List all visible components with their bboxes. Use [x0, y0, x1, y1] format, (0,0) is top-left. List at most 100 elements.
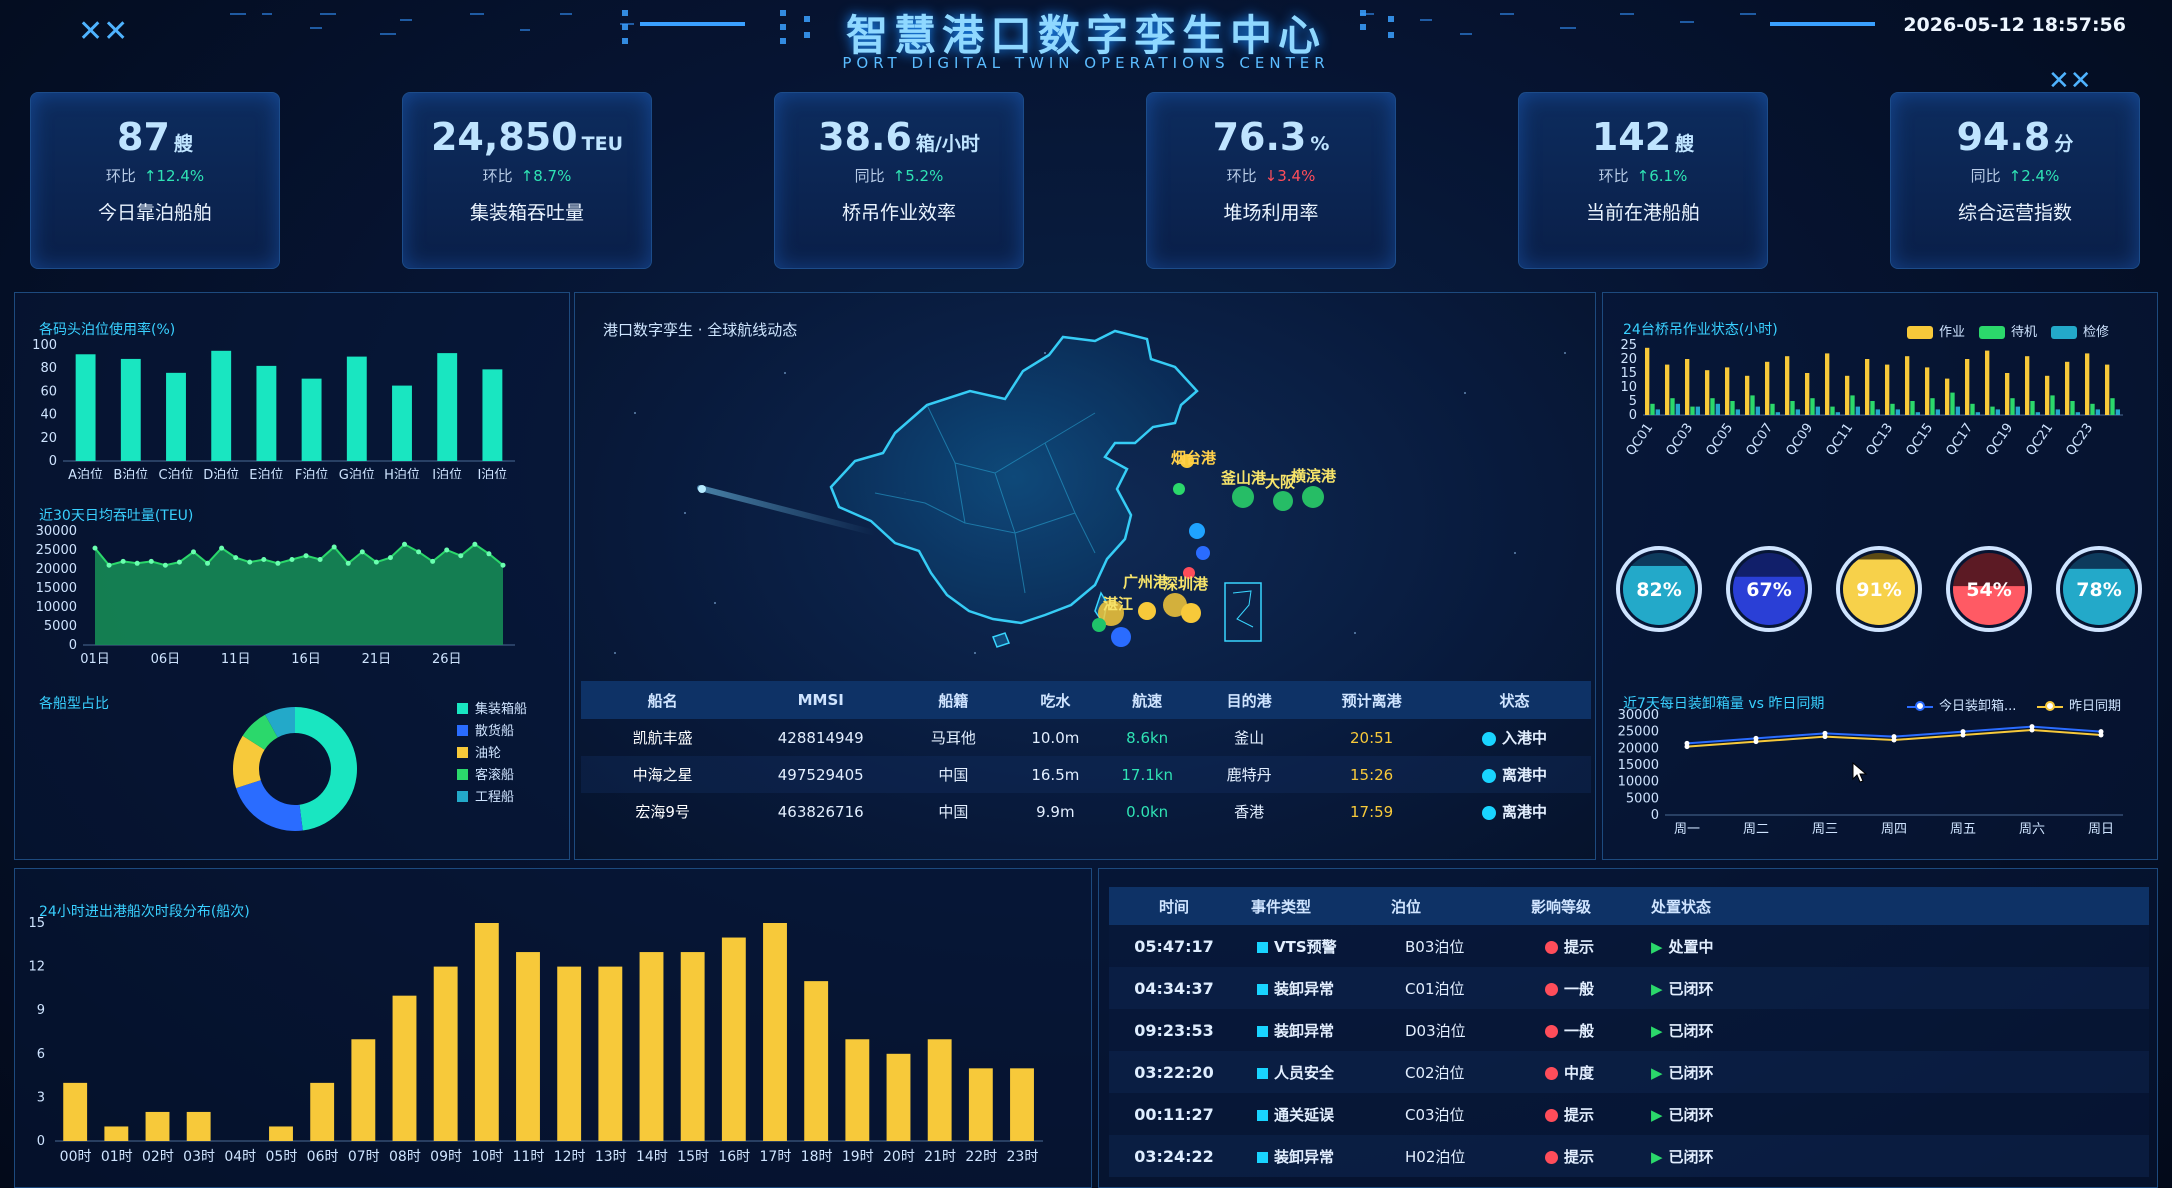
x-tick-label: 18时	[801, 1149, 833, 1165]
y-tick-label: 0	[1629, 408, 1637, 423]
legend-label: 散货船	[475, 723, 514, 739]
kpi-change-value: ↑8.7%	[520, 167, 572, 185]
crane-bar	[1645, 347, 1650, 415]
cell-flag: 马耳他	[930, 729, 976, 747]
play-icon: ▶	[1651, 1105, 1663, 1124]
column-header[interactable]: 时间	[1109, 887, 1239, 925]
teu-point	[444, 547, 450, 553]
column-header[interactable]: 船籍	[897, 681, 1010, 719]
column-header[interactable]: 目的港	[1193, 681, 1306, 719]
hourly-bar	[392, 995, 417, 1141]
x-tick-label: 周四	[1881, 822, 1907, 837]
y-tick-label: 80	[40, 361, 57, 376]
column-header[interactable]: 泊位	[1379, 887, 1519, 925]
crane-bar	[1730, 401, 1735, 415]
column-header[interactable]: MMSI	[744, 681, 898, 719]
x-tick-label: 13时	[595, 1149, 627, 1165]
page-subtitle: PORT DIGITAL TWIN OPERATIONS CENTER	[842, 54, 1330, 72]
bottom-right-panel: 时间 事件类型 泊位 影响等级 处置状态 05:47:17 VTS预警 B03泊位 提示 ▶ 处置…	[1098, 868, 2158, 1188]
column-header[interactable]: 影响等级	[1519, 887, 1639, 925]
kpi-card[interactable]: 142 艘环比 ↑6.1% 当前在港船舶	[1518, 92, 1768, 269]
svg-text:横滨港: 横滨港	[1291, 467, 1337, 485]
table-row[interactable]: 中海之星 497529405 中国 16.5m 17.1kn 鹿特丹 15:26 离港中	[581, 756, 1591, 793]
berth-bar	[211, 350, 232, 461]
play-icon: ▶	[1651, 1147, 1663, 1166]
crane-bar	[1775, 412, 1780, 415]
crane-bar	[2085, 353, 2090, 415]
column-header[interactable]: 吃水	[1009, 681, 1102, 719]
cell-time: 09:23:53	[1134, 1020, 1214, 1040]
kpi-value: 38.6 箱/小时	[818, 115, 980, 159]
table-row[interactable]: 04:34:37 装卸异常 C01泊位 一般 ▶ 已闭环	[1109, 967, 2149, 1009]
cell-berth: C01泊位	[1405, 979, 1465, 998]
kpi-card[interactable]: 24,850 TEU 环比 ↑8.7% 集装箱吞吐量	[402, 92, 652, 269]
column-header[interactable]: 状态	[1437, 681, 1591, 719]
china-map[interactable]: 釜山港 大阪 横滨港 烟台港 湛江 广州港 深圳港	[575, 293, 1597, 683]
hourly-bar	[886, 1053, 911, 1141]
x-tick-label: 00时	[60, 1149, 92, 1165]
cell-flag: 中国	[938, 766, 969, 784]
cell-dest: 鹿特丹	[1226, 766, 1272, 784]
kpi-unit: %	[1310, 133, 1330, 155]
gauge-label: 78%	[2076, 579, 2121, 601]
week-point	[1960, 732, 1966, 738]
table-row[interactable]: 宏海9号 463826716 中国 9.9m 0.0kn 香港 17:59 离港中	[581, 793, 1591, 830]
column-header[interactable]: 航速	[1101, 681, 1194, 719]
teu-point	[176, 559, 182, 565]
x-tick-label: QC15	[1903, 421, 1936, 459]
cell-status: 入港中	[1438, 719, 1591, 756]
y-tick-label: 6	[37, 1047, 45, 1062]
crane-status-chart: 0510152025QC01 QC03 QC05 QC07 QC09 QC11 QC13 QC…	[1620, 338, 2123, 459]
table-row[interactable]: 03:22:20 人员安全 C02泊位 中度 ▶ 已闭环	[1109, 1051, 2149, 1093]
crane-bar	[1665, 364, 1670, 415]
cell-time: 03:22:20	[1134, 1062, 1214, 1082]
berth-bar	[346, 356, 367, 461]
teu-area	[95, 544, 503, 645]
teu-point	[120, 558, 126, 564]
kpi-card[interactable]: 76.3% 环比 ↓3.4% 堆场利用率	[1146, 92, 1396, 269]
crane-bar	[2055, 409, 2060, 415]
table-row[interactable]: 00:11:27 通关延误 C03泊位 提示 ▶ 已闭环	[1109, 1093, 2149, 1135]
cell-status: 离港中	[1438, 793, 1591, 830]
y-tick-label: 25000	[1618, 725, 1659, 740]
cell-flag: 中国	[938, 803, 969, 821]
kpi-card[interactable]: 94.8 分同比 ↑2.4% 综合运营指数	[1890, 92, 2140, 269]
cell-spacer	[1779, 1135, 2149, 1177]
cell-status: ▶ 已闭环	[1651, 1147, 1714, 1166]
column-header[interactable]: 处置状态	[1639, 887, 1779, 925]
kpi-change-value: ↑6.1%	[1636, 167, 1688, 185]
crane-bar	[1845, 375, 1850, 415]
crane-bar	[2025, 356, 2030, 415]
kpi-unit: TEU	[581, 133, 623, 155]
y-tick-label: 15	[1620, 366, 1637, 381]
teu-point	[373, 559, 379, 565]
teu-point	[458, 553, 464, 559]
kpi-change-value: ↑5.2%	[892, 167, 944, 185]
legend-swatch	[457, 703, 468, 714]
play-icon: ▶	[1651, 979, 1663, 998]
x-tick-label: J泊位	[476, 468, 507, 479]
crane-bar	[2045, 375, 2050, 415]
crane-bar	[2095, 409, 2100, 415]
kpi-change-value: ↓3.4%	[1264, 167, 1316, 185]
y-tick-label: 60	[40, 384, 57, 399]
teu-point	[317, 557, 323, 562]
table-row[interactable]: 03:24:22 装卸异常 H02泊位 提示 ▶ 已闭环	[1109, 1135, 2149, 1177]
teu-point	[500, 562, 506, 568]
kpi-card[interactable]: 87 艘环比 ↑12.4% 今日靠泊船舶	[30, 92, 280, 269]
crane-bar	[1810, 398, 1815, 415]
table-row[interactable]: 凯航丰盛 428814949 马耳他 10.0m 8.6kn 釜山 20:51 入港中	[581, 719, 1591, 756]
crane-bar	[1855, 406, 1860, 415]
column-header[interactable]: 事件类型	[1239, 887, 1379, 925]
kpi-card[interactable]: 38.6 箱/小时 同比 ↑5.2% 桥吊作业效率	[774, 92, 1024, 269]
x-tick-label: 01时	[101, 1149, 133, 1165]
teu-point	[233, 555, 239, 561]
cell-spacer	[1779, 1051, 2149, 1093]
hourly-bar	[433, 966, 458, 1141]
column-header[interactable]: 预计离港	[1305, 681, 1438, 719]
table-row[interactable]: 05:47:17 VTS预警 B03泊位 提示 ▶ 处置中	[1109, 925, 2149, 967]
table-row[interactable]: 09:23:53 装卸异常 D03泊位 一般 ▶ 已闭环	[1109, 1009, 2149, 1051]
column-header[interactable]: 船名	[581, 681, 745, 719]
teu-point	[331, 544, 337, 550]
crane-bar	[1865, 359, 1870, 415]
